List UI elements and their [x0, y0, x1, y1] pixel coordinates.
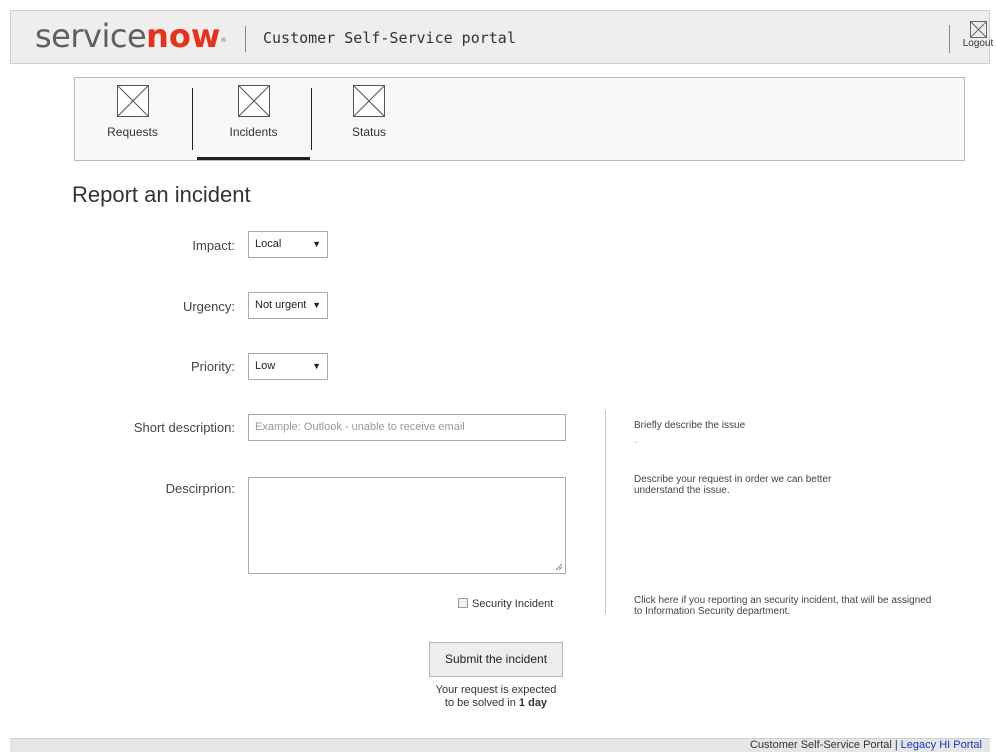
placeholder-image-icon — [116, 85, 149, 117]
impact-value: Local — [255, 238, 282, 250]
logout-button[interactable]: Logout — [957, 19, 996, 61]
expected-duration: 1 day — [518, 697, 548, 709]
security-incident-checkbox[interactable] — [458, 598, 468, 608]
nav-tabs: Requests Incidents Status — [74, 77, 965, 161]
tab-label: Requests — [107, 125, 158, 139]
app-header: servicenow® Customer Self-Service portal… — [10, 10, 993, 64]
legacy-portal-link[interactable]: Legacy HI Portal — [901, 739, 982, 751]
placeholder-image-icon — [969, 21, 987, 38]
portal-title: Customer Self-Service portal — [263, 29, 516, 47]
priority-select[interactable]: Low ▼ — [248, 353, 328, 380]
security-incident-label: Security Incident — [472, 598, 554, 610]
security-incident-checkbox-row[interactable]: Security Incident — [458, 598, 553, 610]
short-description-help: Briefly describe the issue — [634, 420, 746, 431]
header-divider — [245, 26, 246, 52]
logo-registered-mark: ® — [220, 37, 226, 44]
tab-label: Status — [351, 125, 387, 139]
tab-divider — [311, 88, 312, 150]
dropdown-caret-icon: ▼ — [312, 361, 321, 371]
logo-service-text: service — [35, 17, 147, 55]
security-help: Click here if you reporting an security … — [634, 595, 932, 617]
short-description-label: Short description: — [133, 420, 235, 435]
page-title: Report an incident — [72, 182, 251, 207]
impact-select[interactable]: Local ▼ — [248, 231, 328, 258]
tab-status[interactable]: Status — [317, 78, 421, 160]
short-description-input[interactable]: Example: Outlook - unable to receive ema… — [248, 414, 566, 441]
expected-resolution-note: Your request is expected to be solved in… — [410, 684, 582, 710]
expected-prefix: to be solved in — [444, 697, 516, 709]
placeholder-image-icon — [237, 85, 270, 117]
priority-label: Priority: — [190, 359, 235, 374]
logout-label: Logout — [962, 38, 994, 49]
tab-incidents[interactable]: Incidents — [197, 78, 310, 160]
header-divider-right — [949, 25, 950, 53]
footer-separator: | — [894, 739, 898, 751]
dropdown-caret-icon: ▼ — [312, 239, 321, 249]
servicenow-logo: servicenow® — [35, 18, 226, 54]
priority-value: Low — [255, 360, 276, 372]
footer-text: Customer Self-Service Portal | Legacy HI P… — [750, 739, 982, 751]
description-label: Descirprion: — [165, 481, 235, 496]
dropdown-caret-icon: ▼ — [312, 300, 321, 310]
expected-line-1: Your request is expected — [435, 684, 557, 696]
tab-divider — [192, 88, 193, 150]
help-divider — [605, 410, 606, 614]
urgency-label: Urgency: — [182, 299, 235, 314]
submit-incident-button[interactable]: Submit the incident — [429, 642, 563, 677]
urgency-value: Not urgent — [255, 299, 307, 311]
resize-grip-icon[interactable] — [556, 564, 563, 571]
short-description-help-dash: - — [634, 437, 637, 447]
urgency-select[interactable]: Not urgent ▼ — [248, 292, 328, 319]
footer: Customer Self-Service Portal | Legacy HI P… — [10, 738, 990, 752]
tab-requests[interactable]: Requests — [75, 78, 190, 160]
logo-now-text: now — [146, 17, 221, 55]
footer-portal-name: Customer Self-Service Portal — [749, 739, 892, 751]
tab-label: Incidents — [229, 125, 278, 139]
impact-label: Impact: — [192, 238, 235, 253]
description-help: Describe your request in order we can be… — [634, 474, 832, 496]
description-textarea[interactable] — [248, 477, 566, 574]
expected-line-2: to be solved in 1 day — [410, 697, 582, 710]
placeholder-image-icon — [353, 85, 385, 117]
